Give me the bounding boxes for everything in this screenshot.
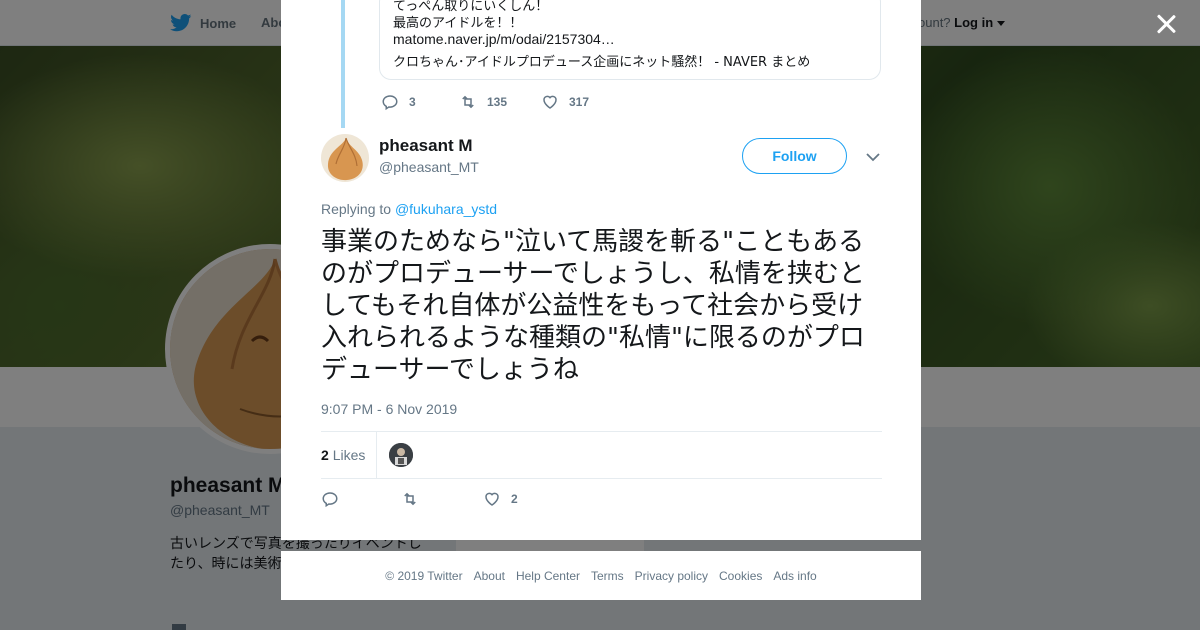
close-icon[interactable]: [1155, 13, 1177, 35]
tweet-author-avatar[interactable]: [321, 134, 369, 182]
replying-to: Replying to @fukuhara_ystd: [321, 201, 497, 217]
replying-to-label: Replying to: [321, 201, 392, 217]
retweet-icon: [404, 492, 416, 506]
reply-count: 3: [409, 95, 416, 109]
onion-avatar-image: [321, 134, 369, 182]
like-icon: [485, 492, 499, 506]
like-icon: [543, 95, 557, 109]
modal-footer: © 2019 Twitter About Help Center Terms P…: [281, 551, 921, 600]
footer-link-ads-info[interactable]: Ads info: [773, 569, 816, 583]
like-count: 317: [569, 95, 590, 109]
reply-icon: [322, 492, 338, 508]
liker-avatar[interactable]: [389, 443, 413, 467]
likes-count: 2: [321, 447, 329, 463]
retweet-icon: [462, 95, 474, 109]
footer-link-help-center[interactable]: Help Center: [516, 569, 580, 583]
reply-button[interactable]: [321, 490, 339, 508]
tweet-timestamp[interactable]: 9:07 PM - 6 Nov 2019: [321, 401, 457, 417]
footer-link-privacy[interactable]: Privacy policy: [635, 569, 708, 583]
liker-avatar-image: [389, 443, 413, 467]
reply-button[interactable]: 3: [381, 93, 416, 111]
stats-divider: [376, 432, 377, 478]
retweet-button[interactable]: 135: [459, 93, 507, 111]
footer-link-about[interactable]: About: [474, 569, 505, 583]
replying-to-handle-link[interactable]: @fukuhara_ystd: [395, 201, 497, 217]
tweet-text: 事業のためなら"泣いて馬謖を斬る"こともあるのがプロデューサーでしょうし、私情を…: [321, 227, 865, 385]
conversation-thread-line: [341, 0, 345, 128]
quote-link-title: クロちゃん･アイドルプロデュース企画にネット騒然！ - NAVER まとめ: [393, 55, 811, 70]
tweet-author-name[interactable]: pheasant M: [379, 136, 473, 156]
like-button[interactable]: 2: [483, 490, 518, 508]
tweet-stats: 2 Likes: [321, 431, 882, 479]
tweet-author-handle[interactable]: @pheasant_MT: [379, 159, 479, 175]
quoted-link-card[interactable]: てっぺん取りにいくしん！ 最高のアイドルを！！ matome.naver.jp/…: [379, 0, 881, 80]
like-button[interactable]: 317: [541, 93, 589, 111]
like-count: 2: [511, 492, 518, 506]
chevron-down-icon[interactable]: [865, 150, 881, 164]
footer-link-terms[interactable]: Terms: [591, 569, 624, 583]
retweet-button[interactable]: [401, 490, 419, 508]
footer-copyright: © 2019 Twitter: [385, 568, 463, 583]
quote-link-url[interactable]: matome.naver.jp/m/odai/2157304…: [393, 31, 615, 47]
follow-button[interactable]: Follow: [742, 138, 847, 174]
reply-icon: [382, 95, 398, 111]
footer-link-cookies[interactable]: Cookies: [719, 569, 762, 583]
quote-line: 最高のアイドルを！！: [393, 16, 523, 31]
likes-stat[interactable]: 2 Likes: [321, 447, 365, 463]
likes-label: Likes: [332, 447, 366, 463]
retweet-count: 135: [487, 95, 508, 109]
tweet-permalink-modal: てっぺん取りにいくしん！ 最高のアイドルを！！ matome.naver.jp/…: [281, 0, 921, 540]
